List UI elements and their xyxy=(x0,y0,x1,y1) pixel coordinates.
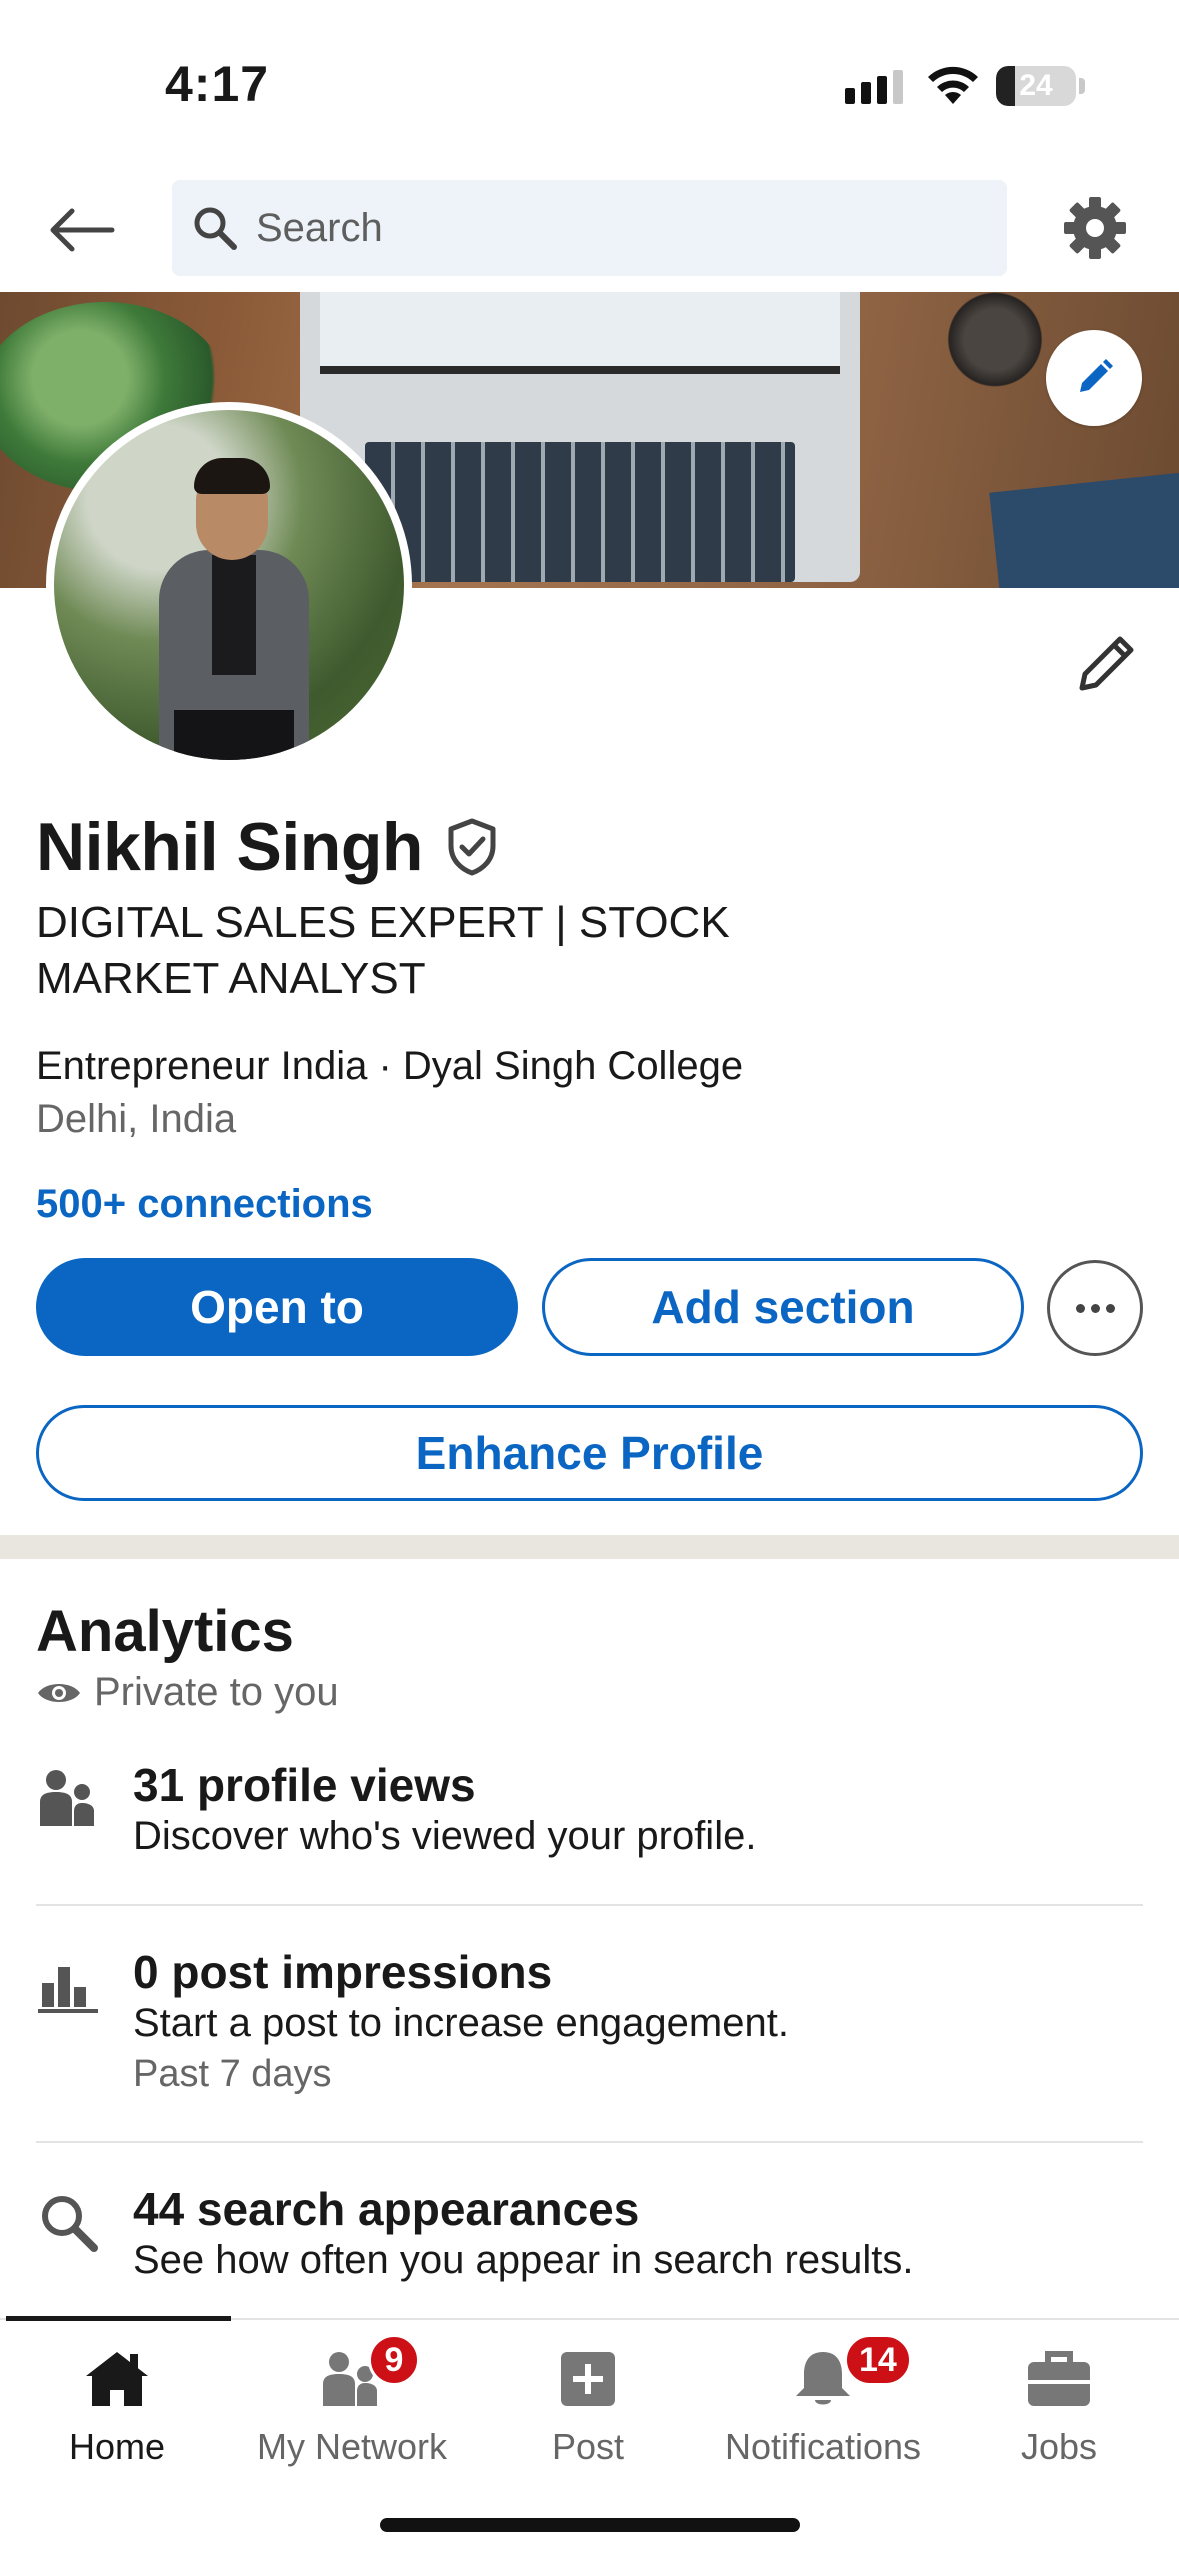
add-section-button[interactable]: Add section xyxy=(542,1258,1024,1356)
home-indicator[interactable] xyxy=(380,2518,800,2532)
edit-intro-button[interactable] xyxy=(1072,628,1142,698)
ellipsis-icon xyxy=(1075,1303,1085,1313)
stat-description: See how often you appear in search resul… xyxy=(133,2238,914,2282)
nav-jobs[interactable]: Jobs xyxy=(944,2334,1174,2474)
search-input[interactable] xyxy=(256,205,956,251)
analytics-heading: Analytics xyxy=(36,1599,294,1664)
gear-icon[interactable] xyxy=(1060,193,1130,263)
cellular-signal-icon xyxy=(845,70,903,104)
nav-label: Home xyxy=(68,2426,166,2467)
pencil-icon xyxy=(1080,359,1113,392)
nav-label: Notifications xyxy=(724,2426,922,2467)
bar-chart-icon xyxy=(38,1967,98,2013)
search-icon xyxy=(42,2196,98,2252)
stat-period: Past 7 days xyxy=(133,2053,332,2095)
wifi-icon xyxy=(928,66,978,104)
stat-title: 44 search appearances xyxy=(133,2183,640,2235)
notification-badge: 9 xyxy=(368,2334,420,2386)
profile-headline: DIGITAL SALES EXPERT | STOCK MARKET ANAL… xyxy=(36,898,730,1003)
edit-cover-button[interactable] xyxy=(1046,330,1142,426)
cover-laptop-screen xyxy=(320,292,840,374)
analytics-item-search-appearances[interactable]: 44 search appearances See how often you … xyxy=(36,2182,1143,2292)
battery-percent: 24 xyxy=(1019,69,1053,102)
enhance-profile-button[interactable]: Enhance Profile xyxy=(36,1405,1143,1501)
avatar-photo xyxy=(54,410,404,760)
stat-title: 0 post impressions xyxy=(133,1946,553,1998)
cover-keyboard-image xyxy=(365,442,795,582)
divider xyxy=(36,2141,1143,2143)
stat-description: Discover who's viewed your profile. xyxy=(133,1814,757,1858)
nav-label: My Network xyxy=(256,2426,448,2467)
back-button[interactable] xyxy=(42,195,122,265)
search-icon xyxy=(194,207,237,250)
analytics-item-profile-views[interactable]: 31 profile views Discover who's viewed y… xyxy=(36,1758,1143,1868)
privacy-note: Private to you xyxy=(36,1670,339,1715)
cover-mug-image xyxy=(935,292,1055,387)
connections-link[interactable]: 500+ connections xyxy=(36,1182,373,1227)
profile-name: Nikhil Singh xyxy=(36,809,423,885)
more-options-button[interactable] xyxy=(1047,1260,1143,1356)
stat-description: Start a post to increase engagement. xyxy=(133,2001,789,2045)
nav-my-network[interactable]: 9 My Network xyxy=(237,2334,467,2474)
arrow-left-icon xyxy=(50,208,115,252)
section-divider xyxy=(0,1535,1179,1559)
cover-notebook-image xyxy=(989,471,1179,588)
status-bar: 4:17 24 xyxy=(0,0,1179,170)
verified-shield-icon[interactable] xyxy=(441,816,503,878)
search-bar[interactable] xyxy=(172,180,1007,276)
privacy-label: Private to you xyxy=(94,1670,339,1714)
nav-notifications[interactable]: 14 Notifications xyxy=(708,2334,938,2474)
people-icon xyxy=(40,1770,94,1826)
nav-label: Post xyxy=(551,2426,625,2467)
battery-icon: 24 xyxy=(996,66,1076,106)
battery-cap xyxy=(1079,78,1085,94)
nav-post[interactable]: Post xyxy=(473,2334,703,2474)
notification-badge: 14 xyxy=(844,2334,912,2386)
profile-current-position[interactable]: Entrepreneur India · Dyal Singh College xyxy=(36,1044,743,1089)
profile-avatar[interactable] xyxy=(46,402,412,768)
profile-location: Delhi, India xyxy=(36,1097,237,1141)
divider xyxy=(36,1904,1143,1906)
nav-home[interactable]: Home xyxy=(2,2334,232,2474)
post-icon xyxy=(561,2352,615,2406)
status-time: 4:17 xyxy=(165,56,270,112)
briefcase-icon xyxy=(1028,2351,1090,2406)
analytics-item-post-impressions[interactable]: 0 post impressions Start a post to incre… xyxy=(36,1945,1143,2095)
home-icon xyxy=(86,2352,148,2406)
top-header xyxy=(0,170,1179,290)
open-to-button[interactable]: Open to xyxy=(36,1258,518,1356)
eye-icon xyxy=(38,1683,80,1702)
name-row: Nikhil Singh xyxy=(36,808,503,886)
nav-label: Jobs xyxy=(1020,2426,1098,2467)
stat-title: 31 profile views xyxy=(133,1759,476,1811)
active-tab-indicator xyxy=(6,2316,231,2321)
